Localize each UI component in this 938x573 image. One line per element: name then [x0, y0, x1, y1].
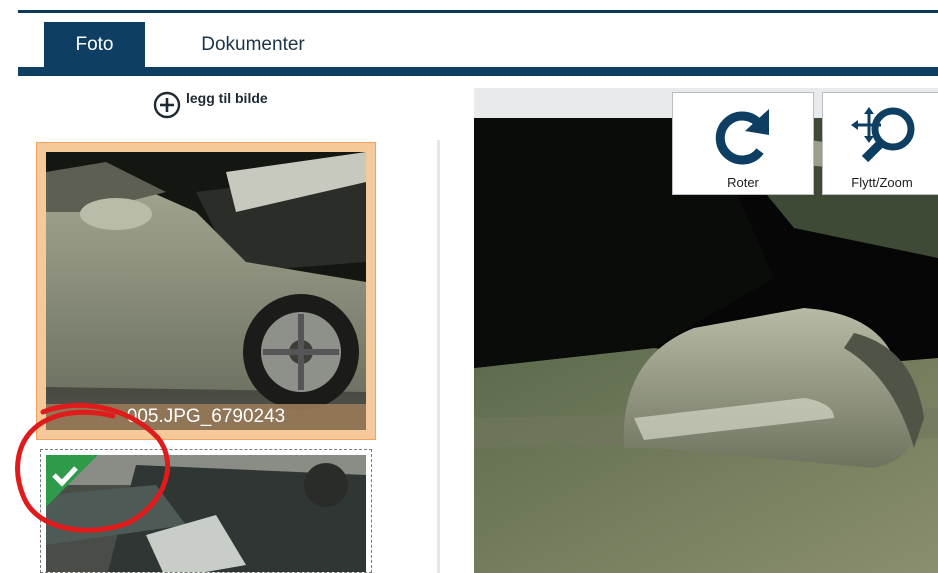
tab-bar: Foto Dokumenter	[18, 13, 938, 69]
move-zoom-button[interactable]: Flytt/Zoom	[822, 92, 938, 195]
check-icon	[46, 455, 98, 507]
add-photo-button[interactable]: legg til bilde	[152, 90, 268, 124]
add-photo-label: legg til bilde	[186, 90, 268, 106]
plus-circle-icon	[153, 91, 181, 119]
tab-underline	[18, 67, 938, 76]
panel-divider	[437, 140, 440, 573]
tab-dokumenter[interactable]: Dokumenter	[168, 22, 338, 68]
move-zoom-label: Flytt/Zoom	[851, 175, 913, 190]
thumbnail-caption: 005.JPG_6790243	[46, 404, 366, 430]
thumbnail-item[interactable]	[40, 449, 372, 573]
thumbnail-selected[interactable]: 005.JPG_6790243	[36, 142, 376, 440]
thumbnail-image-car: 005.JPG_6790243	[46, 152, 366, 430]
rotate-button[interactable]: Roter	[672, 92, 814, 195]
rotate-label: Roter	[727, 175, 759, 190]
move-zoom-icon	[851, 107, 915, 163]
rotate-icon	[715, 109, 769, 165]
tab-foto[interactable]: Foto	[44, 22, 145, 68]
